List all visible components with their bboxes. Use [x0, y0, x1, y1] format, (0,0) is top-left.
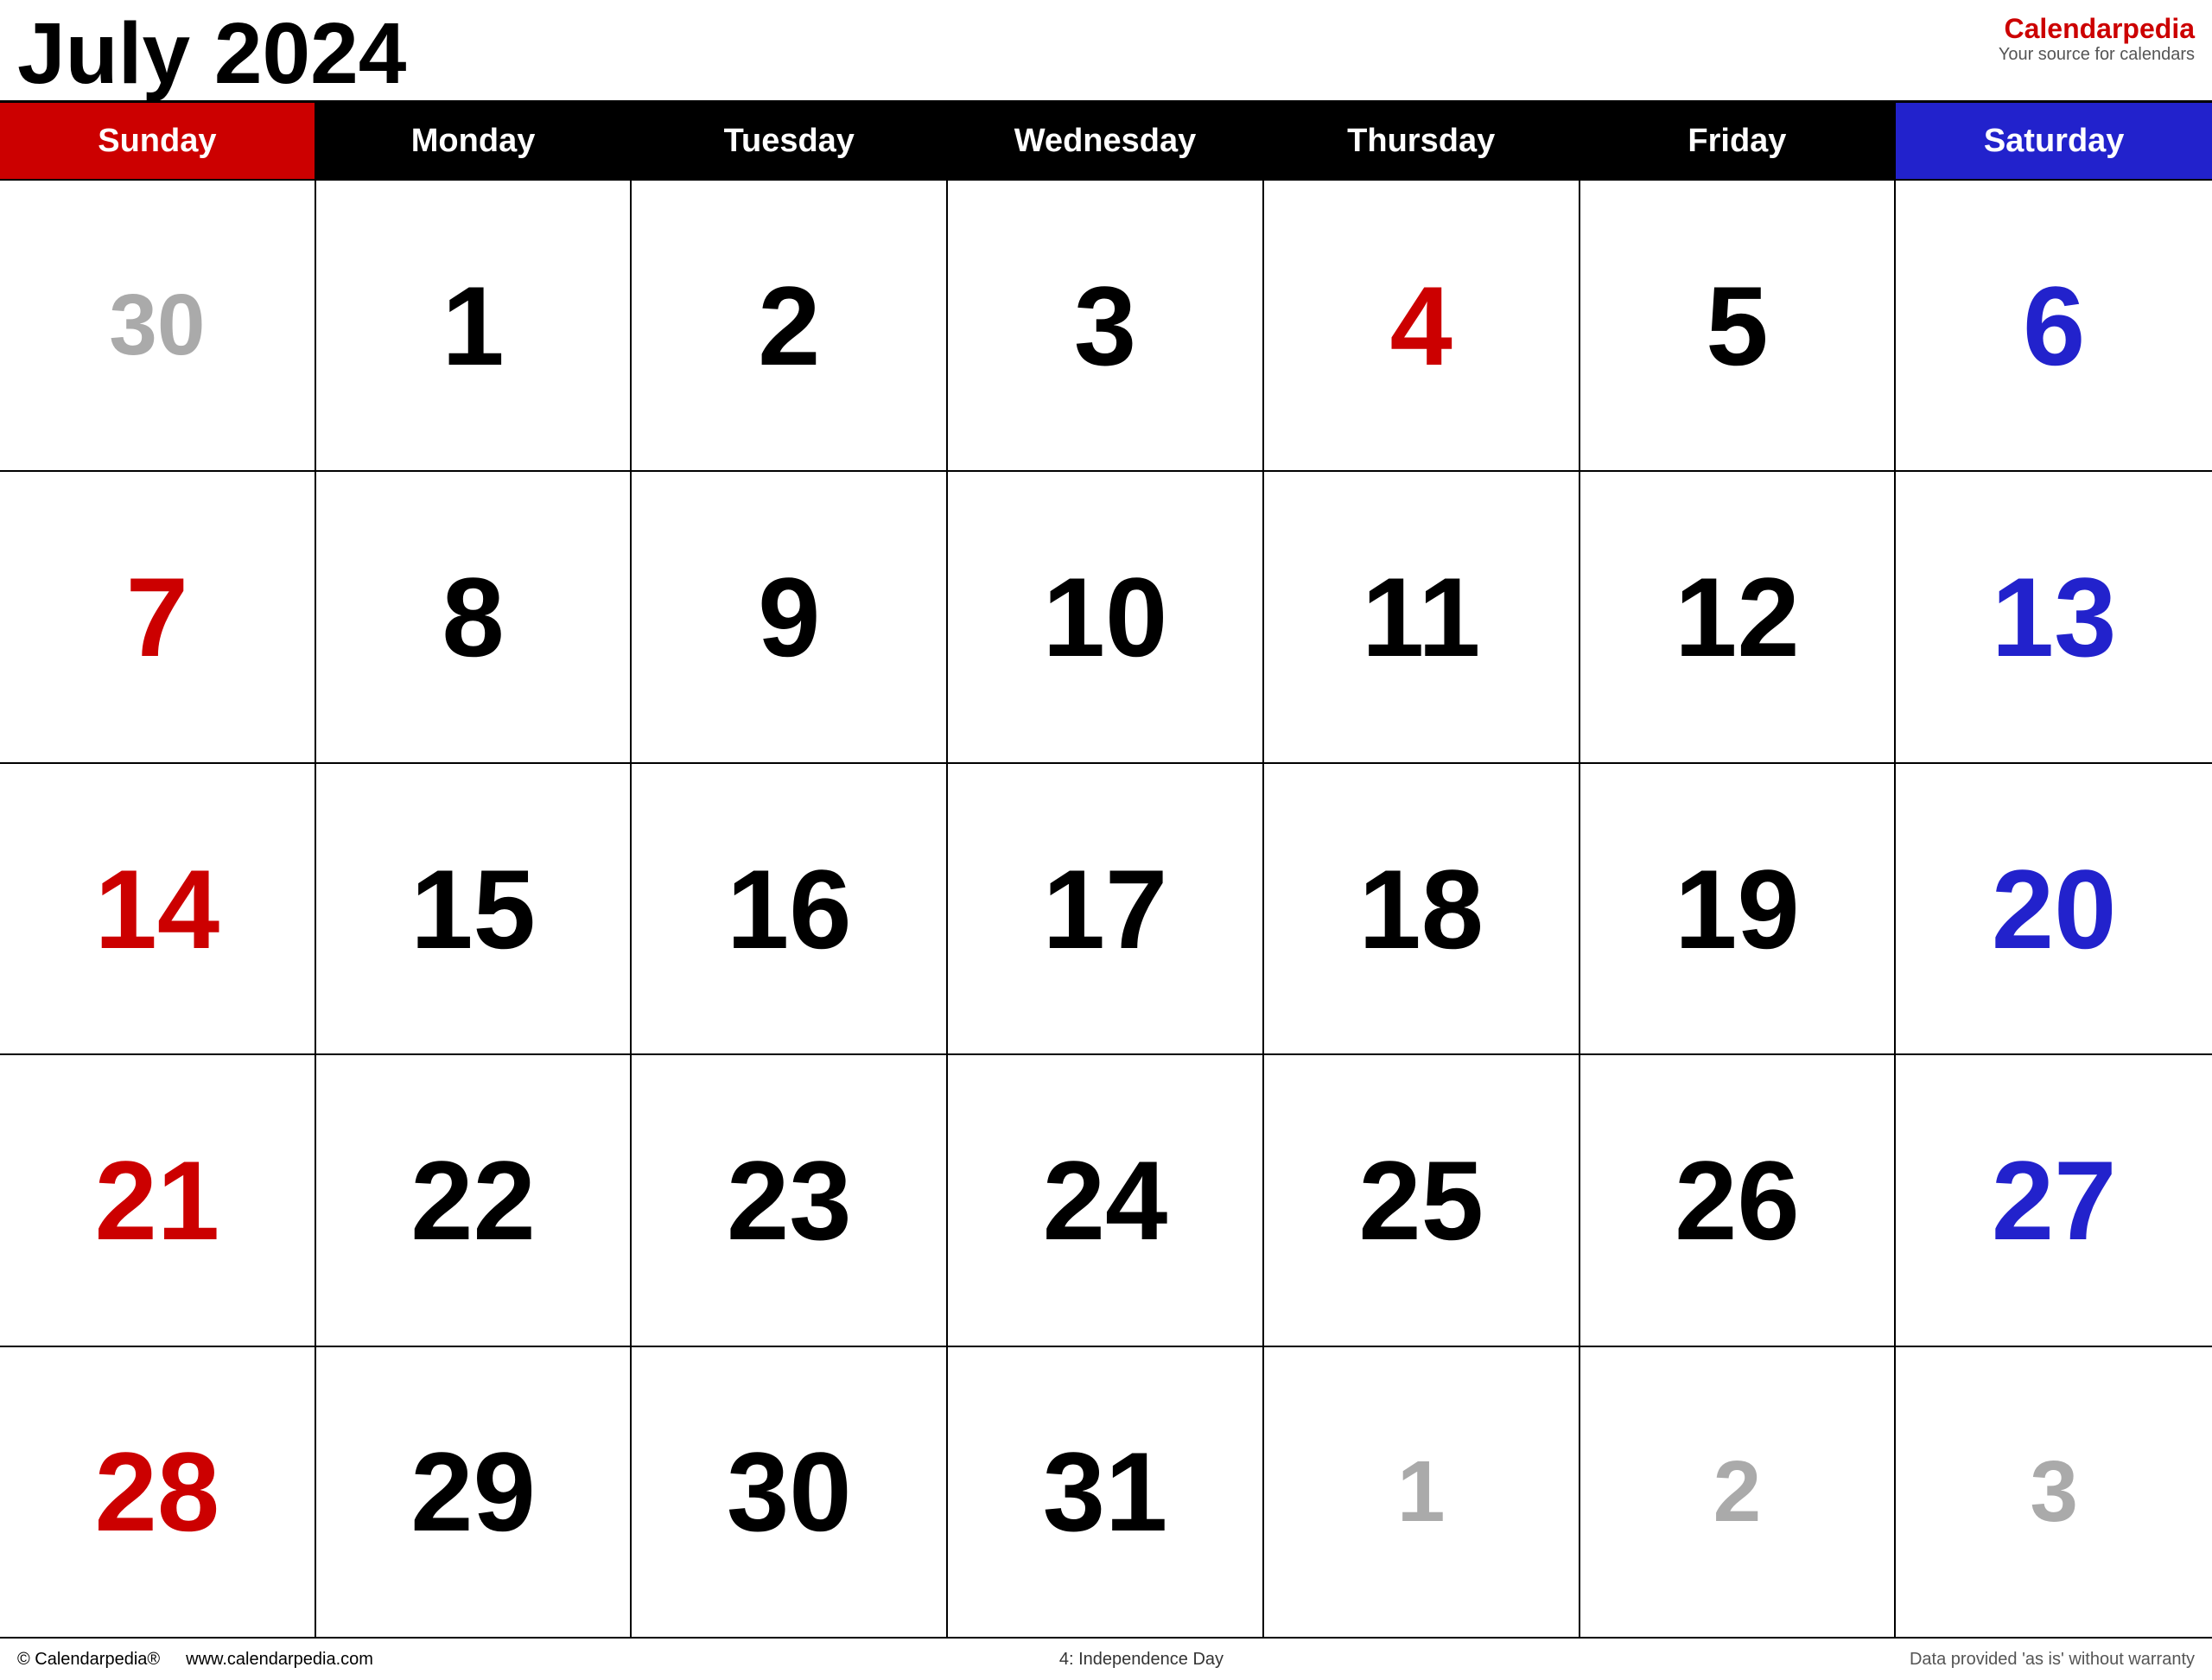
brand-name: Calendarpedia	[1999, 13, 2195, 45]
calendar-cell-2-4[interactable]: 10	[948, 472, 1264, 761]
day-header-friday: Friday	[1580, 103, 1897, 181]
calendar-cell-3-6[interactable]: 19	[1580, 764, 1897, 1053]
calendar-cell-4-6[interactable]: 26	[1580, 1055, 1897, 1345]
calendar-cell-2-2[interactable]: 8	[316, 472, 632, 761]
calendar-cell-2-6[interactable]: 12	[1580, 472, 1897, 761]
footer-left: © Calendarpedia® www.calendarpedia.com	[17, 1650, 373, 1670]
calendar-row-5: 28293031123	[0, 1347, 2212, 1637]
calendar-cell-1-6[interactable]: 5	[1580, 181, 1897, 470]
calendar-cell-3-4[interactable]: 17	[948, 764, 1264, 1053]
calendar-cell-1-2[interactable]: 1	[316, 181, 632, 470]
calendar-cell-3-5[interactable]: 18	[1264, 764, 1580, 1053]
footer-holiday-note: 4: Independence Day	[1059, 1650, 1224, 1670]
calendar-cell-2-1[interactable]: 7	[0, 472, 316, 761]
calendar-cell-3-2[interactable]: 15	[316, 764, 632, 1053]
footer-disclaimer: Data provided 'as is' without warranty	[1910, 1650, 2195, 1670]
day-headers: SundayMondayTuesdayWednesdayThursdayFrid…	[0, 103, 2212, 181]
calendar-row-2: 78910111213	[0, 472, 2212, 763]
calendar-cell-5-3[interactable]: 30	[632, 1347, 948, 1637]
calendar-cell-1-3[interactable]: 2	[632, 181, 948, 470]
brand-name-accent: pedia	[2122, 13, 2195, 44]
brand-logo: Calendarpedia Your source for calendars	[1999, 9, 2195, 65]
calendar-cell-1-4[interactable]: 3	[948, 181, 1264, 470]
day-header-tuesday: Tuesday	[632, 103, 948, 181]
footer-website: www.calendarpedia.com	[186, 1650, 373, 1670]
calendar-cell-5-1[interactable]: 28	[0, 1347, 316, 1637]
calendar-cell-1-5[interactable]: 4	[1264, 181, 1580, 470]
calendar-cell-4-4[interactable]: 24	[948, 1055, 1264, 1345]
calendar-grid: 3012345678910111213141516171819202122232…	[0, 181, 2212, 1637]
calendar-row-4: 21222324252627	[0, 1055, 2212, 1346]
calendar-cell-1-1[interactable]: 30	[0, 181, 316, 470]
day-header-monday: Monday	[316, 103, 632, 181]
calendar-cell-5-2[interactable]: 29	[316, 1347, 632, 1637]
day-header-saturday: Saturday	[1896, 103, 2212, 181]
calendar-cell-5-6[interactable]: 2	[1580, 1347, 1897, 1637]
calendar-cell-5-4[interactable]: 31	[948, 1347, 1264, 1637]
calendar-row-3: 14151617181920	[0, 764, 2212, 1055]
calendar-cell-3-7[interactable]: 20	[1896, 764, 2212, 1053]
calendar-cell-5-7[interactable]: 3	[1896, 1347, 2212, 1637]
calendar-cell-2-5[interactable]: 11	[1264, 472, 1580, 761]
day-header-thursday: Thursday	[1264, 103, 1580, 181]
calendar-cell-3-1[interactable]: 14	[0, 764, 316, 1053]
day-header-wednesday: Wednesday	[948, 103, 1264, 181]
calendar-cell-2-3[interactable]: 9	[632, 472, 948, 761]
calendar-cell-5-5[interactable]: 1	[1264, 1347, 1580, 1637]
footer-copyright: © Calendarpedia®	[17, 1650, 160, 1670]
calendar-cell-4-3[interactable]: 23	[632, 1055, 948, 1345]
calendar-footer: © Calendarpedia® www.calendarpedia.com 4…	[0, 1637, 2212, 1680]
calendar-cell-1-7[interactable]: 6	[1896, 181, 2212, 470]
day-header-sunday: Sunday	[0, 103, 316, 181]
calendar-container: SundayMondayTuesdayWednesdayThursdayFrid…	[0, 100, 2212, 1637]
month-title: July 2024	[17, 9, 406, 99]
calendar-cell-4-2[interactable]: 22	[316, 1055, 632, 1345]
calendar-cell-4-5[interactable]: 25	[1264, 1055, 1580, 1345]
calendar-cell-3-3[interactable]: 16	[632, 764, 948, 1053]
calendar-cell-4-7[interactable]: 27	[1896, 1055, 2212, 1345]
calendar-row-1: 30123456	[0, 181, 2212, 472]
calendar-header: July 2024 Calendarpedia Your source for …	[0, 0, 2212, 100]
brand-tagline: Your source for calendars	[1999, 45, 2195, 65]
brand-name-first: Calendar	[2004, 13, 2122, 44]
calendar-cell-2-7[interactable]: 13	[1896, 472, 2212, 761]
page-wrapper: July 2024 Calendarpedia Your source for …	[0, 0, 2212, 1680]
calendar-cell-4-1[interactable]: 21	[0, 1055, 316, 1345]
